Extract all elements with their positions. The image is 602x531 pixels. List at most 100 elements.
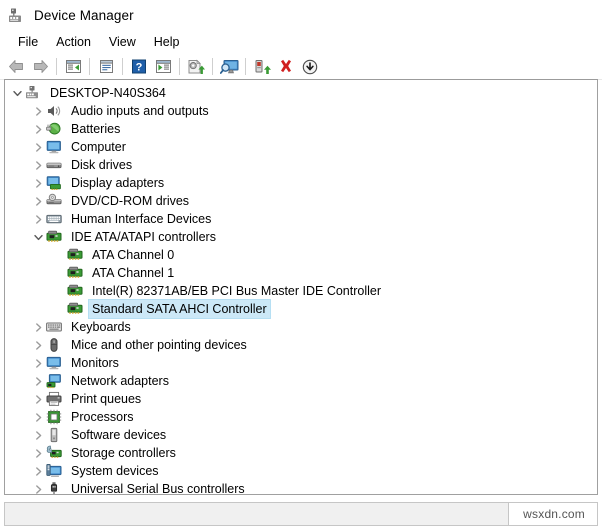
tree-item[interactable]: Display adapters: [5, 174, 597, 192]
ide-controller-icon: [67, 301, 83, 317]
tree-item-label: Computer: [71, 140, 126, 154]
title-bar: Device Manager: [0, 0, 602, 30]
hid-icon: [46, 211, 62, 227]
toolbar-show-hide-console-tree[interactable]: [61, 56, 85, 78]
tree-item[interactable]: Processors: [5, 408, 597, 426]
tree-item[interactable]: Intel(R) 82371AB/EB PCI Bus Master IDE C…: [5, 282, 597, 300]
disk-drive-icon: [46, 157, 62, 173]
chevron-right-icon[interactable]: [30, 336, 46, 354]
tree-item[interactable]: Network adapters: [5, 372, 597, 390]
menu-file[interactable]: File: [9, 33, 47, 52]
tree-item-label: Processors: [71, 410, 134, 424]
chevron-right-icon[interactable]: [30, 174, 46, 192]
chevron-right-icon[interactable]: [30, 408, 46, 426]
chevron-right-icon[interactable]: [30, 138, 46, 156]
chevron-right-icon[interactable]: [30, 318, 46, 336]
menu-view[interactable]: View: [100, 33, 145, 52]
chevron-right-icon[interactable]: [30, 354, 46, 372]
toolbar-separator: [56, 58, 57, 75]
computer-root-icon: [25, 85, 41, 101]
toolbar-back[interactable]: [4, 56, 28, 78]
chevron-right-icon[interactable]: [30, 372, 46, 390]
toolbar-separator: [212, 58, 213, 75]
tree-item[interactable]: Software devices: [5, 426, 597, 444]
tree-item[interactable]: Batteries: [5, 120, 597, 138]
chevron-right-icon[interactable]: [30, 462, 46, 480]
tree-item[interactable]: Universal Serial Bus controllers: [5, 480, 597, 494]
scan-for-hardware-changes-icon: [219, 59, 239, 75]
storage-controller-icon: [46, 445, 62, 461]
properties-icon: [98, 59, 115, 74]
tree-item-label: System devices: [71, 464, 159, 478]
toolbar-update-driver[interactable]: [184, 56, 208, 78]
chevron-down-icon[interactable]: [9, 84, 25, 102]
toolbar-uninstall-device[interactable]: [274, 56, 298, 78]
chevron-right-icon[interactable]: [30, 192, 46, 210]
toolbar-help[interactable]: ?: [127, 56, 151, 78]
optical-drive-icon: [46, 193, 62, 209]
chevron-right-icon[interactable]: [30, 102, 46, 120]
tree-item[interactable]: DVD/CD-ROM drives: [5, 192, 597, 210]
battery-icon: [46, 121, 62, 137]
toolbar-properties[interactable]: [94, 56, 118, 78]
chevron-right-icon[interactable]: [30, 156, 46, 174]
toolbar-scan-hardware-changes[interactable]: [217, 56, 241, 78]
toolbar-forward[interactable]: [28, 56, 52, 78]
ide-controller-icon: [46, 229, 62, 245]
tree-item-label: ATA Channel 0: [92, 248, 175, 262]
toolbar-disable-device[interactable]: [298, 56, 322, 78]
tree-item[interactable]: Storage controllers: [5, 444, 597, 462]
svg-text:?: ?: [136, 62, 143, 74]
tree-item-label: Standard SATA AHCI Controller: [88, 299, 271, 319]
enable-device-icon: [254, 59, 271, 75]
tree-item[interactable]: ATA Channel 0: [5, 246, 597, 264]
menu-bar: File Action View Help: [0, 30, 602, 54]
device-tree: DESKTOP-N40S364 Audio inputs and outputs B…: [5, 80, 597, 494]
tree-item-label: Network adapters: [71, 374, 169, 388]
toolbar-separator: [179, 58, 180, 75]
tree-item[interactable]: ATA Channel 1: [5, 264, 597, 282]
chevron-right-icon[interactable]: [30, 480, 46, 494]
chevron-right-icon[interactable]: [30, 210, 46, 228]
status-bar: wsxdn.com: [4, 502, 598, 526]
toolbar-enable-device[interactable]: [250, 56, 274, 78]
chevron-right-icon[interactable]: [30, 120, 46, 138]
tree-item[interactable]: Print queues: [5, 390, 597, 408]
tree-item[interactable]: Monitors: [5, 354, 597, 372]
chevron-right-icon[interactable]: [30, 390, 46, 408]
ide-controller-icon: [67, 283, 83, 299]
toolbar-show-hide-action-pane[interactable]: [151, 56, 175, 78]
tree-item[interactable]: Audio inputs and outputs: [5, 102, 597, 120]
chevron-right-icon[interactable]: [30, 426, 46, 444]
monitor-icon: [46, 139, 62, 155]
watermark-label: wsxdn.com: [508, 503, 597, 525]
tree-item[interactable]: DESKTOP-N40S364: [5, 84, 597, 102]
tree-item[interactable]: Standard SATA AHCI Controller: [5, 299, 597, 319]
system-device-icon: [46, 463, 62, 479]
tree-item[interactable]: Disk drives: [5, 156, 597, 174]
menu-action[interactable]: Action: [47, 33, 100, 52]
device-tree-panel[interactable]: DESKTOP-N40S364 Audio inputs and outputs B…: [4, 79, 598, 495]
tree-item[interactable]: System devices: [5, 462, 597, 480]
speaker-icon: [46, 103, 62, 119]
tree-item[interactable]: IDE ATA/ATAPI controllers: [5, 228, 597, 246]
tree-item[interactable]: Computer: [5, 138, 597, 156]
chevron-right-icon[interactable]: [30, 444, 46, 462]
tree-item[interactable]: Human Interface Devices: [5, 210, 597, 228]
menu-help[interactable]: Help: [145, 33, 189, 52]
disable-device-icon: [302, 59, 318, 75]
tree-item-label: Storage controllers: [71, 446, 176, 460]
printer-icon: [46, 391, 62, 407]
tree-item[interactable]: Mice and other pointing devices: [5, 336, 597, 354]
tree-item-label: Keyboards: [71, 320, 131, 334]
ide-controller-icon: [67, 265, 83, 281]
chevron-down-icon[interactable]: [30, 228, 46, 246]
processor-icon: [46, 409, 62, 425]
keyboard-icon: [46, 319, 62, 335]
tree-item[interactable]: Keyboards: [5, 318, 597, 336]
tree-item-label: DVD/CD-ROM drives: [71, 194, 190, 208]
tree-item-label: Human Interface Devices: [71, 212, 212, 226]
